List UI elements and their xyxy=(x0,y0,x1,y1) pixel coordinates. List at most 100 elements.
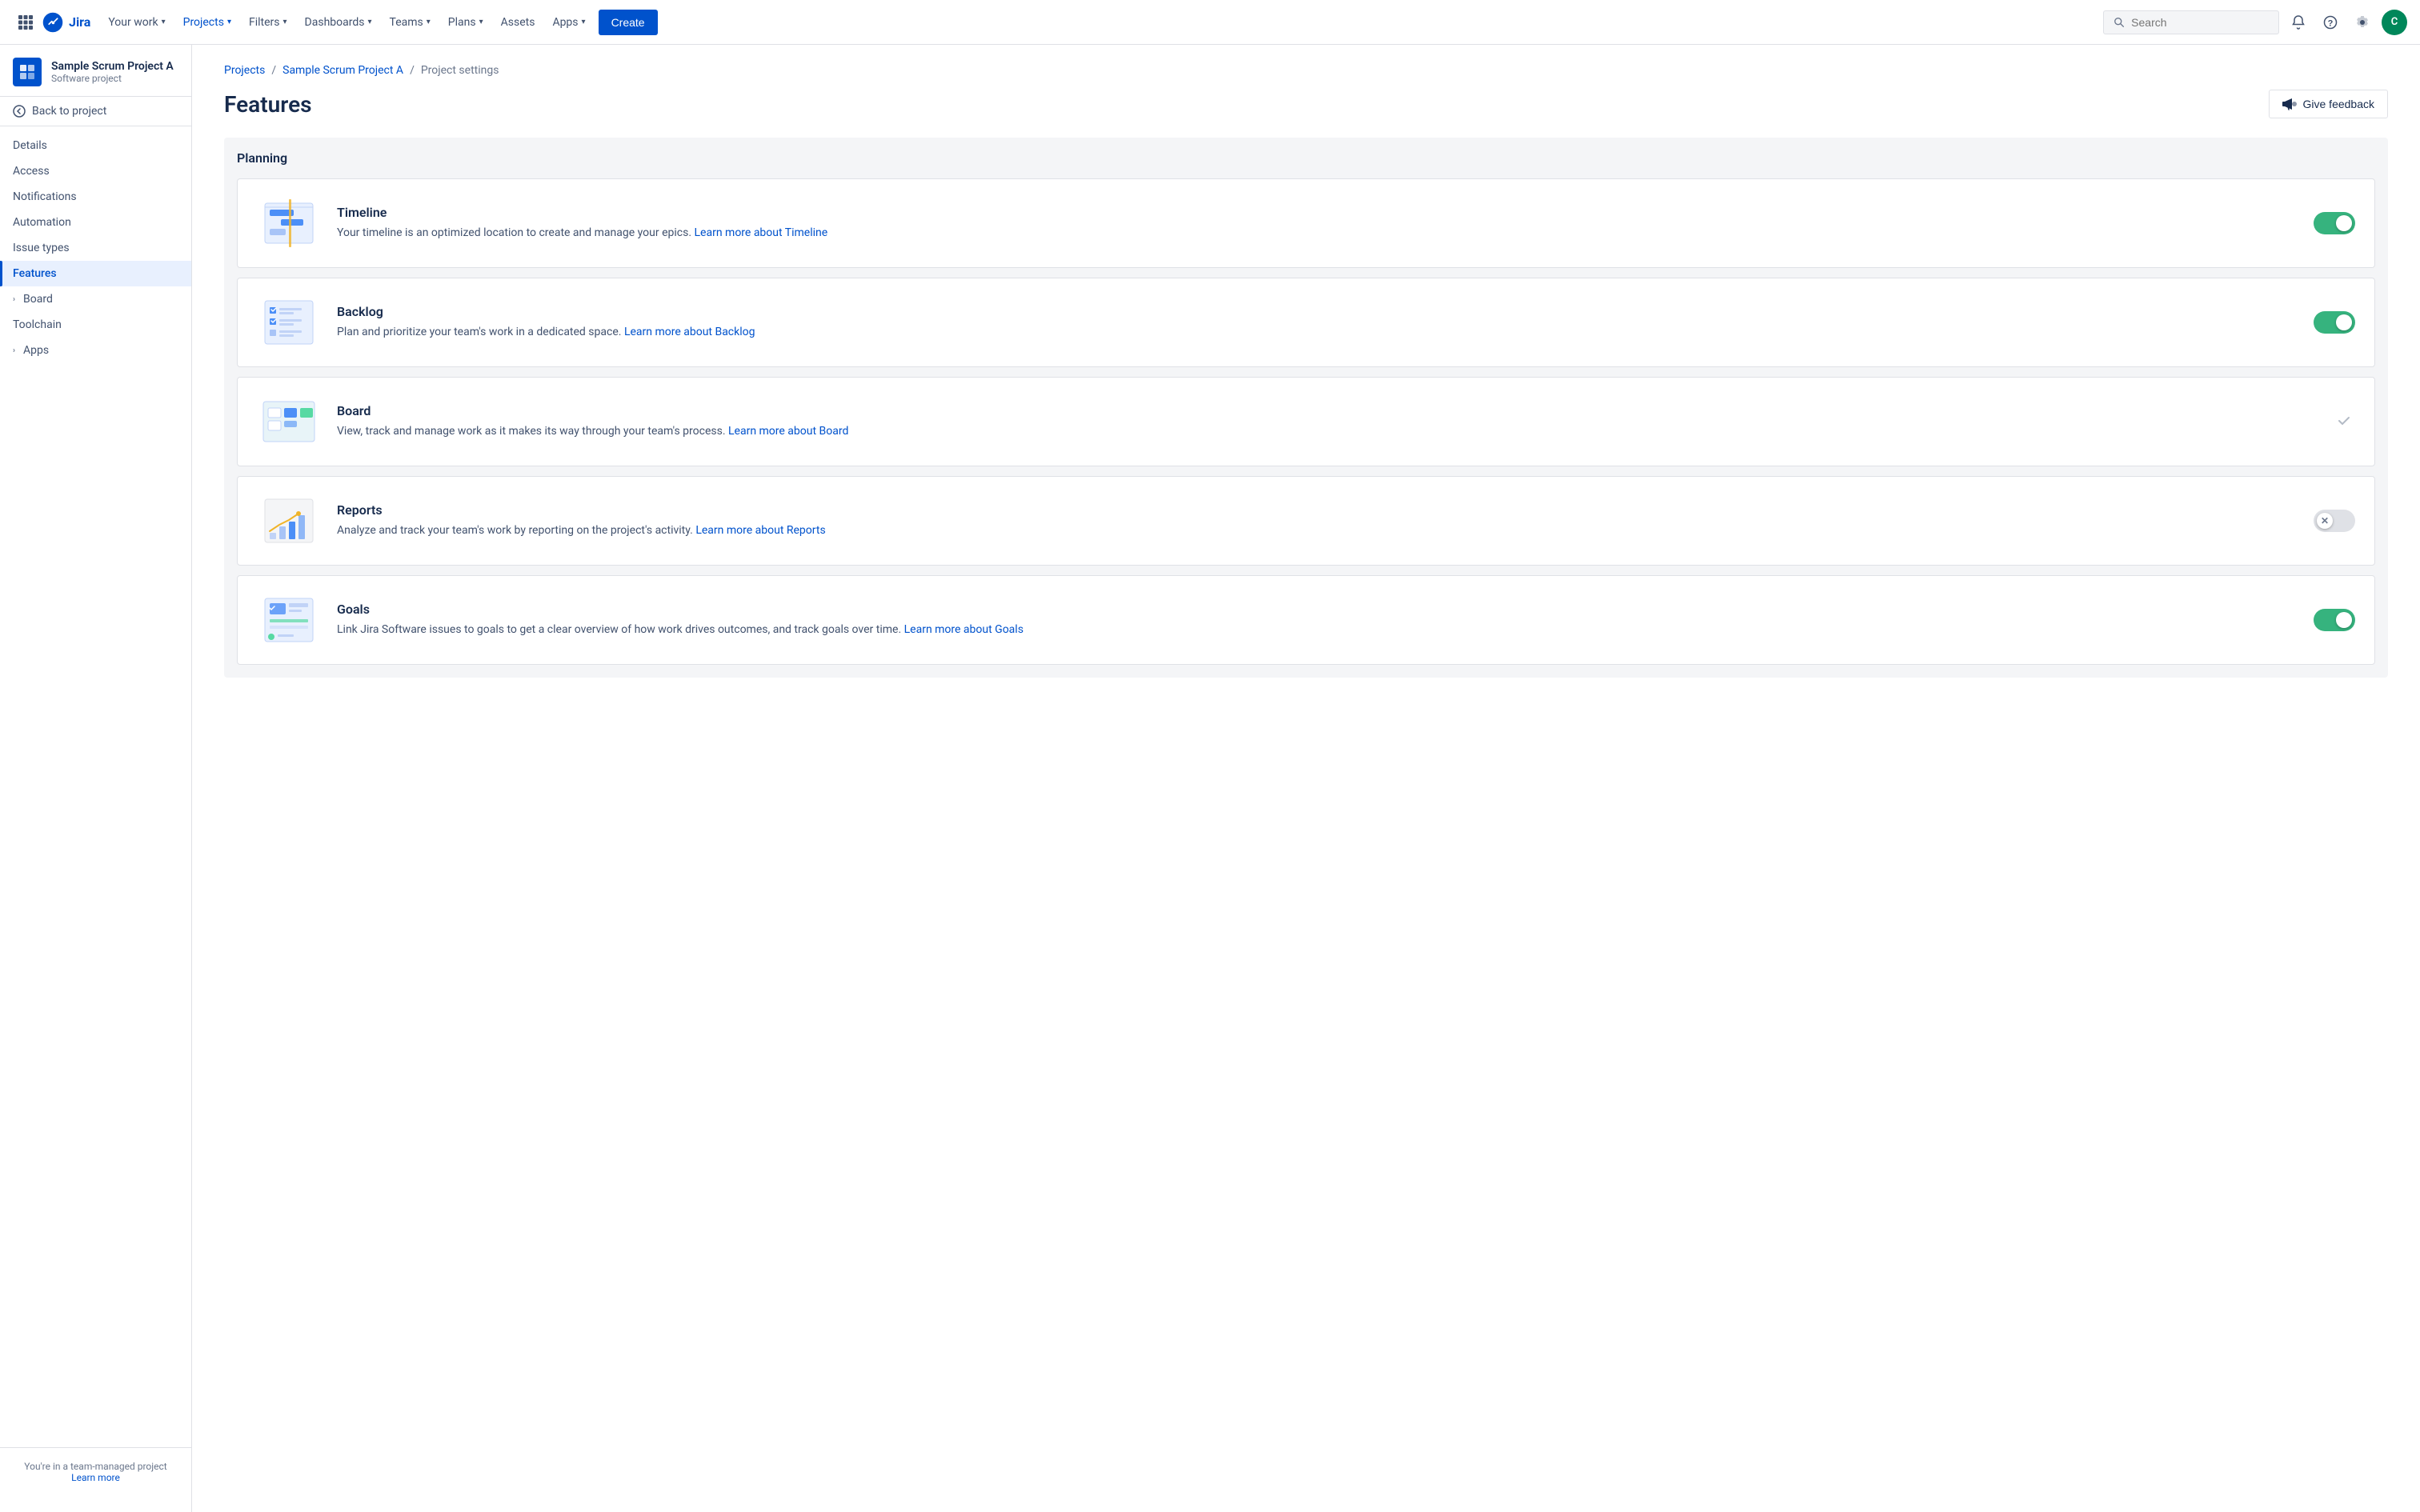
settings-button[interactable] xyxy=(2350,10,2375,35)
planning-title: Planning xyxy=(237,150,2375,166)
sidebar-item-features[interactable]: Features xyxy=(0,261,191,286)
dashboards-chevron: ▾ xyxy=(367,18,371,26)
sidebar-item-toolchain[interactable]: Toolchain xyxy=(0,312,191,338)
breadcrumb-projects[interactable]: Projects xyxy=(224,64,265,77)
projects-chevron: ▾ xyxy=(227,18,231,26)
sidebar-item-board[interactable]: › Board xyxy=(0,286,191,312)
project-type: Software project xyxy=(51,73,174,84)
back-to-project[interactable]: Back to project xyxy=(0,97,191,126)
timeline-name: Timeline xyxy=(337,205,2298,220)
reports-info: Reports Analyze and track your team's wo… xyxy=(337,502,2298,539)
give-feedback-button[interactable]: Give feedback xyxy=(2269,90,2389,118)
plans-chevron: ▾ xyxy=(479,18,483,26)
board-toggle-disabled xyxy=(2333,410,2355,433)
projects-menu[interactable]: Projects ▾ xyxy=(175,11,239,34)
teams-chevron: ▾ xyxy=(427,18,431,26)
board-name: Board xyxy=(337,403,2298,418)
timeline-info: Timeline Your timeline is an optimized l… xyxy=(337,205,2298,242)
goals-name: Goals xyxy=(337,602,2298,617)
reports-learn-more[interactable]: Learn more about Reports xyxy=(695,524,825,537)
goals-icon xyxy=(257,592,321,648)
board-toggle xyxy=(2314,410,2355,433)
timeline-toggle-switch[interactable]: ✓ xyxy=(2314,212,2355,234)
timeline-toggle[interactable]: ✓ xyxy=(2314,212,2355,234)
reports-icon xyxy=(257,493,321,549)
backlog-icon xyxy=(257,294,321,350)
assets-menu[interactable]: Assets xyxy=(493,11,543,34)
apps-expand-icon: › xyxy=(13,346,15,355)
your-work-menu[interactable]: Your work ▾ xyxy=(100,11,173,34)
settings-icon xyxy=(2355,15,2370,30)
reports-toggle[interactable]: ✕ xyxy=(2314,510,2355,532)
timeline-desc: Your timeline is an optimized location t… xyxy=(337,225,2298,242)
help-icon: ? xyxy=(2323,15,2338,30)
goals-desc: Link Jira Software issues to goals to ge… xyxy=(337,622,2298,638)
search-input[interactable] xyxy=(2131,16,2269,29)
back-icon xyxy=(13,105,26,118)
page-header: Features Give feedback xyxy=(224,90,2388,118)
goals-learn-more[interactable]: Learn more about Goals xyxy=(904,623,1024,636)
sidebar-item-automation[interactable]: Automation xyxy=(0,210,191,235)
dashboards-menu[interactable]: Dashboards ▾ xyxy=(297,11,380,34)
goals-feature-card: Goals Link Jira Software issues to goals… xyxy=(237,575,2375,665)
teams-menu[interactable]: Teams ▾ xyxy=(382,11,439,34)
sidebar-footer: You're in a team-managed project Learn m… xyxy=(0,1447,191,1496)
sidebar-item-apps[interactable]: › Apps xyxy=(0,338,191,363)
create-button[interactable]: Create xyxy=(599,10,658,35)
sidebar-item-notifications[interactable]: Notifications xyxy=(0,184,191,210)
help-button[interactable]: ? xyxy=(2318,10,2343,35)
search-box[interactable] xyxy=(2103,10,2279,34)
topnav-right: ? C xyxy=(2103,10,2407,35)
grid-icon[interactable] xyxy=(13,10,38,35)
planning-section: Planning Timeline Your ti xyxy=(224,138,2388,678)
backlog-desc: Plan and prioritize your team's work in … xyxy=(337,324,2298,341)
layout: Sample Scrum Project A Software project … xyxy=(0,45,2420,1512)
svg-text:?: ? xyxy=(2328,18,2334,28)
project-icon xyxy=(13,58,42,86)
jira-logo[interactable]: Jira xyxy=(42,11,90,34)
breadcrumb: Projects / Sample Scrum Project A / Proj… xyxy=(224,64,2388,77)
backlog-toggle-switch[interactable]: ✓ xyxy=(2314,311,2355,334)
notifications-button[interactable] xyxy=(2286,10,2311,35)
avatar[interactable]: C xyxy=(2382,10,2407,35)
timeline-icon xyxy=(257,195,321,251)
filters-menu[interactable]: Filters ▾ xyxy=(241,11,295,34)
backlog-learn-more[interactable]: Learn more about Backlog xyxy=(624,326,755,338)
reports-feature-card: Reports Analyze and track your team's wo… xyxy=(237,476,2375,566)
timeline-feature-card: Timeline Your timeline is an optimized l… xyxy=(237,178,2375,268)
sidebar-project: Sample Scrum Project A Software project xyxy=(0,45,191,97)
reports-toggle-switch[interactable]: ✕ xyxy=(2314,510,2355,532)
goals-info: Goals Link Jira Software issues to goals… xyxy=(337,602,2298,638)
sidebar: Sample Scrum Project A Software project … xyxy=(0,45,192,1512)
board-learn-more[interactable]: Learn more about Board xyxy=(728,425,848,438)
reports-name: Reports xyxy=(337,502,2298,518)
board-info: Board View, track and manage work as it … xyxy=(337,403,2298,440)
board-desc: View, track and manage work as it makes … xyxy=(337,423,2298,440)
topnav: Jira Your work ▾ Projects ▾ Filters ▾ Da… xyxy=(0,0,2420,45)
timeline-learn-more[interactable]: Learn more about Timeline xyxy=(695,226,828,239)
plans-menu[interactable]: Plans ▾ xyxy=(440,11,491,34)
main-content: Projects / Sample Scrum Project A / Proj… xyxy=(192,45,2420,1512)
search-icon xyxy=(2113,16,2125,29)
backlog-name: Backlog xyxy=(337,304,2298,319)
board-expand-icon: › xyxy=(13,295,15,304)
backlog-info: Backlog Plan and prioritize your team's … xyxy=(337,304,2298,341)
megaphone-icon xyxy=(2282,97,2297,111)
sidebar-item-access[interactable]: Access xyxy=(0,158,191,184)
project-name: Sample Scrum Project A xyxy=(51,60,174,74)
sidebar-learn-more[interactable]: Learn more xyxy=(71,1472,120,1483)
goals-toggle-switch[interactable]: ✓ xyxy=(2314,609,2355,631)
bell-icon xyxy=(2291,15,2306,30)
apps-menu[interactable]: Apps ▾ xyxy=(544,11,593,34)
your-work-chevron: ▾ xyxy=(162,18,166,26)
sidebar-item-details[interactable]: Details xyxy=(0,133,191,158)
breadcrumb-project[interactable]: Sample Scrum Project A xyxy=(282,64,403,77)
goals-toggle[interactable]: ✓ xyxy=(2314,609,2355,631)
backlog-toggle[interactable]: ✓ xyxy=(2314,311,2355,334)
page-title: Features xyxy=(224,91,312,118)
sidebar-item-issue-types[interactable]: Issue types xyxy=(0,235,191,261)
backlog-feature-card: Backlog Plan and prioritize your team's … xyxy=(237,278,2375,367)
topnav-nav: Your work ▾ Projects ▾ Filters ▾ Dashboa… xyxy=(100,10,2100,35)
breadcrumb-current: Project settings xyxy=(421,64,499,77)
sidebar-nav: Details Access Notifications Automation … xyxy=(0,126,191,370)
